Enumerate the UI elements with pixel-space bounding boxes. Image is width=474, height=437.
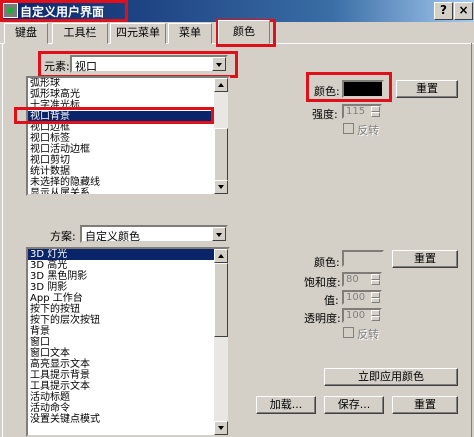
intensity-value: 115 xyxy=(346,106,366,117)
list-item-selected[interactable]: 3D 灯光 xyxy=(28,249,228,260)
list-item[interactable]: 视口标签 xyxy=(28,133,228,144)
scheme-list-items: 3D 灯光 3D 高光 3D 黑色阴影 3D 阴影 App 工作台 按下的按钮 … xyxy=(28,249,228,425)
list-item[interactable]: 3D 黑色阴影 xyxy=(28,271,228,282)
scheme-color-label: 颜色: xyxy=(314,256,340,269)
scroll-up-icon[interactable] xyxy=(214,249,228,263)
list-item[interactable]: 窗口文本 xyxy=(28,348,228,359)
transparency-label: 透明度: xyxy=(304,312,341,325)
element-list-items: 弧形球 弧形球高光 十字准光标 视口背景 视口边框 视口标签 视口活动边框 视口… xyxy=(28,78,228,194)
scheme-dropdown-value: 自定义颜色 xyxy=(85,230,140,243)
spinner-arrows-icon[interactable] xyxy=(371,310,380,321)
list-item[interactable]: 活动命令 xyxy=(28,403,228,414)
saturation-spinner[interactable]: 80 xyxy=(342,272,382,287)
tab-toolbars[interactable]: 工具栏 xyxy=(52,23,108,44)
tab-keyboard[interactable]: 键盘 xyxy=(4,23,48,44)
list-item[interactable]: 工具提示文本 xyxy=(28,381,228,392)
element-list-scrollbar[interactable] xyxy=(214,78,228,194)
value-spinner[interactable]: 100 xyxy=(342,290,382,305)
close-button[interactable]: × xyxy=(454,2,473,20)
scheme-list-scrollbar[interactable] xyxy=(214,249,228,435)
list-item[interactable]: 视口剪切 xyxy=(28,155,228,166)
scheme-color-swatch[interactable] xyxy=(342,250,384,267)
load-button[interactable]: 加载... xyxy=(256,396,316,414)
tab-colors[interactable]: 颜色 xyxy=(218,20,270,44)
scroll-up-icon[interactable] xyxy=(214,78,228,92)
list-item[interactable]: 弧形球高光 xyxy=(28,89,228,100)
scheme-invert-checkbox[interactable] xyxy=(343,327,354,338)
list-item[interactable]: 窗口 xyxy=(28,337,228,348)
transparency-spinner[interactable]: 100 xyxy=(342,308,382,323)
scroll-thumb[interactable] xyxy=(214,263,228,337)
list-item[interactable]: 高亮显示文本 xyxy=(28,359,228,370)
element-list[interactable]: 弧形球 弧形球高光 十字准光标 视口背景 视口边框 视口标签 视口活动边框 视口… xyxy=(26,76,230,196)
scheme-invert-label: 反转 xyxy=(357,328,379,341)
intensity-label: 强度: xyxy=(312,108,338,121)
intensity-spinner[interactable]: 115 xyxy=(342,104,382,119)
spinner-arrows-icon[interactable] xyxy=(371,274,380,285)
list-item[interactable]: 视口活动边框 xyxy=(28,144,228,155)
scheme-dropdown[interactable]: 自定义颜色 xyxy=(80,225,228,243)
chevron-down-icon[interactable] xyxy=(212,227,226,241)
list-item[interactable]: App 工作台 xyxy=(28,293,228,304)
scroll-thumb[interactable] xyxy=(214,128,228,184)
list-item[interactable]: 背景 xyxy=(28,326,228,337)
list-item[interactable]: 3D 高光 xyxy=(28,260,228,271)
saturation-label: 饱和度: xyxy=(304,276,341,289)
list-item[interactable]: 统计数据 xyxy=(28,166,228,177)
spinner-arrows-icon[interactable] xyxy=(371,292,380,303)
tab-menus[interactable]: 菜单 xyxy=(168,23,212,44)
help-button[interactable]: ? xyxy=(434,2,453,20)
list-item[interactable]: 弧形球 xyxy=(28,78,228,89)
element-selector-highlight-box xyxy=(38,51,238,78)
invert-checkbox[interactable] xyxy=(343,123,354,134)
scheme-reset-button[interactable]: 重置 xyxy=(392,250,458,268)
list-item[interactable]: 工具提示背景 xyxy=(28,370,228,381)
value-value: 100 xyxy=(346,292,366,303)
invert-label: 反转 xyxy=(357,124,379,137)
list-item[interactable]: 活动标题 xyxy=(28,392,228,403)
color-swatch-highlight-box xyxy=(306,72,392,102)
reset-all-button[interactable]: 重置 xyxy=(392,396,458,414)
list-item[interactable]: 按下的按钮 xyxy=(28,304,228,315)
list-item[interactable]: 没置关键点模式 xyxy=(28,414,228,425)
list-item[interactable]: 按下的层次按钮 xyxy=(28,315,228,326)
list-item[interactable]: 3D 阴影 xyxy=(28,282,228,293)
transparency-value: 100 xyxy=(346,310,366,321)
scroll-down-icon[interactable] xyxy=(214,180,228,194)
save-button[interactable]: 保存... xyxy=(324,396,384,414)
scroll-down-icon[interactable] xyxy=(214,421,228,435)
list-item[interactable]: 未选择的隐藏线 xyxy=(28,177,228,188)
spinner-arrows-icon[interactable] xyxy=(371,106,380,117)
scheme-list[interactable]: 3D 灯光 3D 高光 3D 黑色阴影 3D 阴影 App 工作台 按下的按钮 … xyxy=(26,247,230,437)
saturation-value: 80 xyxy=(346,274,359,285)
title-highlight-box xyxy=(0,0,128,22)
list-item[interactable]: 显示从属关系 xyxy=(28,188,228,194)
apply-colors-button[interactable]: 立即应用颜色 xyxy=(324,368,458,386)
selected-item-highlight-box xyxy=(14,107,214,124)
tab-quad-menus[interactable]: 四元菜单 xyxy=(110,23,166,44)
scheme-label: 方案: xyxy=(50,230,76,243)
element-reset-button[interactable]: 重置 xyxy=(396,80,458,98)
value-label: 值: xyxy=(324,294,339,307)
